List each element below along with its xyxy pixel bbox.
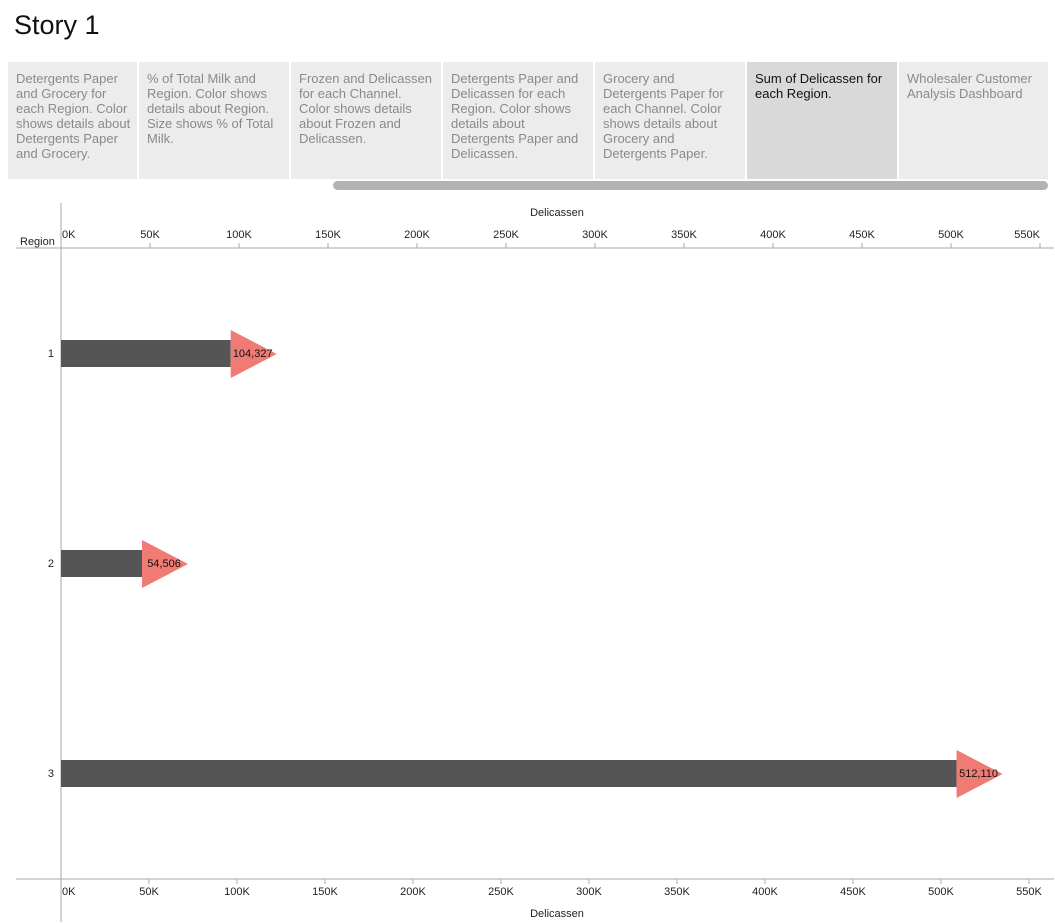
- bottom-tick-label: 350K: [664, 886, 690, 898]
- story-point-tab-6-label: Sum of Delicassen for each Region.: [755, 71, 883, 101]
- value-labels: 104,327 54,506 512,110: [147, 348, 998, 780]
- region-row-labels: 1 2 3: [48, 348, 54, 780]
- value-label-region-1: 104,327: [233, 348, 273, 360]
- story-point-tab-3-label: Frozen and Delicassen for each Channel. …: [299, 71, 432, 146]
- story-point-tab-2-label: % of Total Milk and Region. Color shows …: [147, 71, 274, 146]
- bottom-tick-label: 250K: [488, 886, 514, 898]
- top-tick-label: 300K: [582, 229, 608, 241]
- bottom-tick-label: 50K: [139, 886, 159, 898]
- story-point-tab-5[interactable]: Grocery and Detergents Paper for each Ch…: [595, 62, 745, 179]
- bottom-tick-label: 0K: [62, 886, 76, 898]
- bottom-axis-ticks: 0K 50K 100K 150K 200K 250K 300K 350K 400K 450K 500…: [60, 879, 1043, 898]
- scrollbar-thumb[interactable]: [333, 181, 1048, 190]
- story-navigator: Detergents Paper and Grocery for each Re…: [8, 62, 1048, 179]
- top-tick-label: 100K: [226, 229, 252, 241]
- region-label: 2: [48, 558, 54, 570]
- story-point-tab-7[interactable]: Wholesaler Customer Analysis Dashboard: [899, 62, 1048, 179]
- top-tick-label: 50K: [140, 229, 160, 241]
- bottom-tick-label: 100K: [224, 886, 250, 898]
- bars: [61, 340, 957, 787]
- region-label: 1: [48, 348, 54, 360]
- story-point-tab-6-selected[interactable]: Sum of Delicassen for each Region.: [747, 62, 897, 179]
- bar-region-3[interactable]: [61, 760, 957, 787]
- story-navigator-scrollbar[interactable]: [333, 181, 1048, 190]
- story-point-tab-7-label: Wholesaler Customer Analysis Dashboard: [907, 71, 1032, 101]
- story-point-tab-1-label: Detergents Paper and Grocery for each Re…: [16, 71, 131, 161]
- story-point-tab-4[interactable]: Detergents Paper and Delicassen for each…: [443, 62, 593, 179]
- bottom-tick-label: 150K: [312, 886, 338, 898]
- region-label: 3: [48, 768, 54, 780]
- bottom-axis-title: Delicassen: [530, 908, 584, 920]
- bar-region-2[interactable]: [61, 550, 143, 577]
- story-point-tab-4-label: Detergents Paper and Delicassen for each…: [451, 71, 579, 161]
- value-label-region-2: 54,506: [147, 558, 181, 570]
- delicassen-bar-chart: Delicassen Region Delicassen 0K 50K 100K 15…: [16, 203, 1054, 922]
- top-tick-label: 550K: [1014, 229, 1040, 241]
- story-point-tab-3[interactable]: Frozen and Delicassen for each Channel. …: [291, 62, 441, 179]
- arrow-markers: [142, 330, 1003, 798]
- bottom-tick-label: 450K: [840, 886, 866, 898]
- top-tick-label: 150K: [315, 229, 341, 241]
- row-header-region: Region: [20, 236, 55, 248]
- bar-region-1[interactable]: [61, 340, 231, 367]
- story-title: Story 1: [14, 10, 100, 40]
- story-point-tab-1[interactable]: Detergents Paper and Grocery for each Re…: [8, 62, 137, 179]
- bottom-tick-label: 300K: [576, 886, 602, 898]
- top-tick-label: 500K: [938, 229, 964, 241]
- top-axis-title: Delicassen: [530, 207, 584, 219]
- bottom-tick-label: 400K: [752, 886, 778, 898]
- top-axis-ticks: 0K 50K 100K 150K 200K 250K 300K 350K 400K 450K 500…: [60, 229, 1041, 248]
- top-tick-label: 400K: [760, 229, 786, 241]
- bottom-tick-label: 500K: [928, 886, 954, 898]
- bottom-tick-label: 550K: [1016, 886, 1042, 898]
- top-tick-label: 0K: [62, 229, 76, 241]
- story-point-tab-5-label: Grocery and Detergents Paper for each Ch…: [603, 71, 724, 161]
- top-tick-label: 200K: [404, 229, 430, 241]
- value-label-region-3: 512,110: [959, 768, 998, 780]
- top-tick-label: 450K: [849, 229, 875, 241]
- top-tick-label: 350K: [671, 229, 697, 241]
- story-point-tab-2[interactable]: % of Total Milk and Region. Color shows …: [139, 62, 289, 179]
- top-tick-label: 250K: [493, 229, 519, 241]
- bottom-tick-label: 200K: [400, 886, 426, 898]
